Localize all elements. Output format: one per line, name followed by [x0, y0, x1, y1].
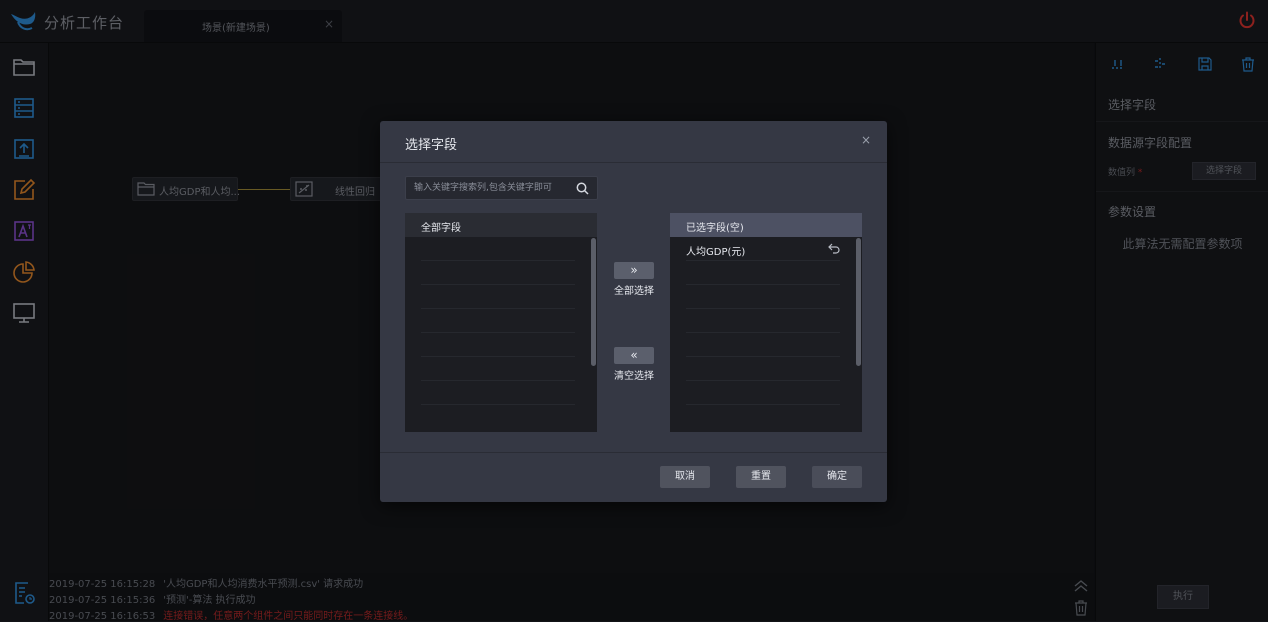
selected-field-item[interactable]: 人均GDP(元) [686, 237, 840, 261]
list-item[interactable] [421, 261, 575, 285]
all-fields-rows [421, 237, 575, 405]
dialog-header-divider [380, 162, 887, 163]
select-all-label[interactable]: 全部选择 [604, 282, 664, 297]
dialog-footer-divider [380, 452, 887, 453]
list-item[interactable] [686, 309, 840, 333]
clear-selection-button[interactable]: « [614, 347, 654, 364]
dialog-close-icon[interactable]: × [861, 133, 871, 147]
undo-remove-icon[interactable] [828, 243, 840, 254]
selected-fields-list[interactable]: 已选字段(空) 人均GDP(元) [670, 213, 862, 432]
search-icon[interactable] [576, 182, 589, 195]
confirm-button[interactable]: 确定 [812, 466, 862, 488]
all-fields-scrollbar[interactable] [591, 238, 596, 366]
list-item[interactable] [421, 381, 575, 405]
all-fields-list[interactable]: 全部字段 [405, 213, 597, 432]
list-item[interactable] [421, 357, 575, 381]
list-item[interactable] [686, 357, 840, 381]
list-item[interactable] [686, 381, 840, 405]
reset-button[interactable]: 重置 [736, 466, 786, 488]
list-item[interactable] [686, 333, 840, 357]
list-item[interactable] [421, 285, 575, 309]
field-search-input[interactable] [406, 177, 566, 199]
list-item[interactable] [421, 237, 575, 261]
dialog-title: 选择字段 [405, 138, 458, 153]
selected-fields-rows: 人均GDP(元) [686, 237, 840, 405]
selected-field-label: 人均GDP(元) [686, 247, 746, 258]
selected-fields-scrollbar[interactable] [856, 238, 861, 366]
field-search-box [405, 176, 598, 200]
list-item[interactable] [421, 309, 575, 333]
double-left-arrow-icon: « [630, 348, 638, 362]
cancel-button[interactable]: 取消 [660, 466, 710, 488]
list-item[interactable] [686, 285, 840, 309]
double-right-arrow-icon: » [630, 263, 638, 277]
all-fields-header-text: 全部字段 [421, 223, 461, 234]
list-item[interactable] [421, 333, 575, 357]
selected-fields-header-text: 已选字段(空) [686, 223, 744, 234]
all-fields-header: 全部字段 [405, 213, 597, 237]
clear-selection-label[interactable]: 清空选择 [604, 367, 664, 382]
select-field-dialog: 选择字段 × 全部字段 » 全部选择 « 清空选择 [380, 121, 887, 502]
selected-fields-header: 已选字段(空) [670, 213, 862, 237]
select-all-button[interactable]: » [614, 262, 654, 279]
list-item[interactable] [686, 261, 840, 285]
